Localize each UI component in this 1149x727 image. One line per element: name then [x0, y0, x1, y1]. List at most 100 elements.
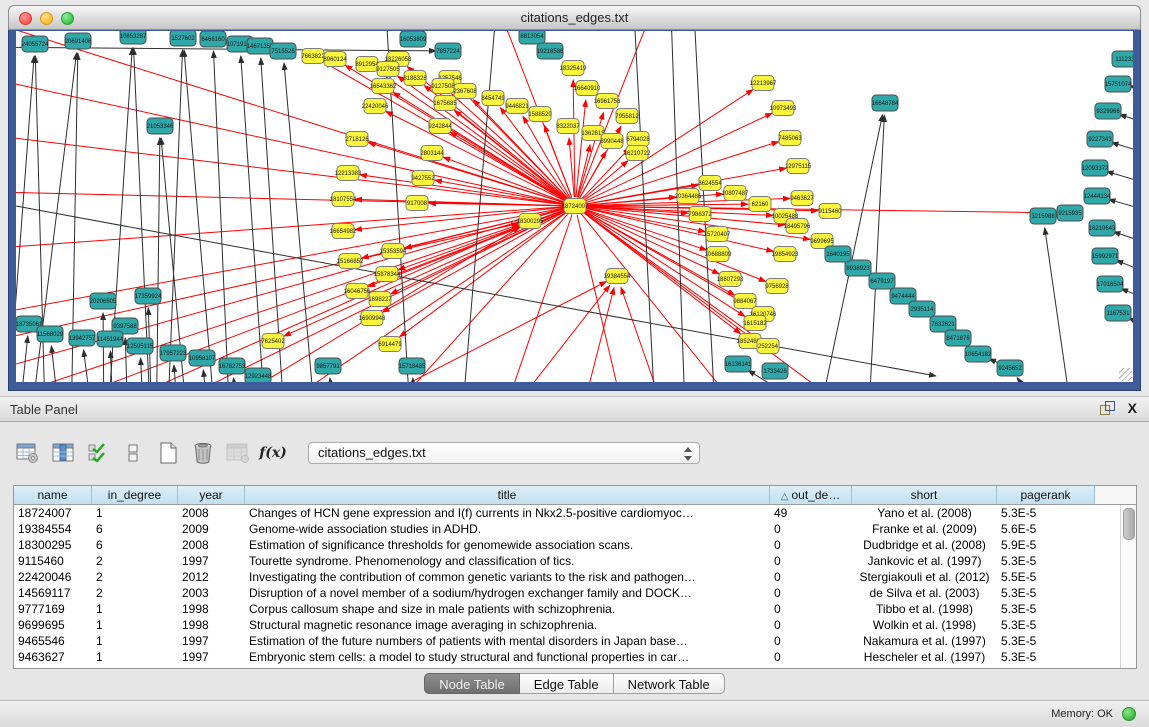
- graph-edge[interactable]: [214, 51, 231, 382]
- graph-node[interactable]: 18300295: [517, 214, 544, 229]
- graph-edge[interactable]: [621, 287, 671, 382]
- graph-node[interactable]: 11568029: [37, 326, 64, 342]
- graph-node[interactable]: 21053346: [147, 118, 174, 134]
- graph-node[interactable]: 12505115: [127, 338, 154, 354]
- graph-node[interactable]: 17016504: [1097, 276, 1124, 292]
- resize-grip[interactable]: [1119, 368, 1132, 381]
- graph-node[interactable]: 16136141: [725, 356, 752, 372]
- graph-edge[interactable]: [573, 80, 575, 197]
- tab-node-table[interactable]: Node Table: [424, 673, 520, 694]
- network-canvas[interactable]: 1872400776638228960124891295418226058912…: [16, 31, 1133, 382]
- graph-node[interactable]: 10807487: [722, 186, 749, 201]
- table-row[interactable]: 1938455462009Genome-wide association stu…: [14, 521, 1136, 537]
- column-header-out_de[interactable]: △out_de…: [770, 486, 852, 504]
- graph-node[interactable]: 1588520: [528, 107, 552, 122]
- graph-node[interactable]: 19218586: [537, 43, 564, 59]
- graph-node[interactable]: 18325419: [560, 61, 587, 76]
- graph-node[interactable]: 2718126: [345, 132, 369, 147]
- graph-node[interactable]: 15878344: [374, 267, 401, 282]
- graph-node[interactable]: 15992971: [1092, 248, 1119, 264]
- graph-edge[interactable]: [84, 350, 94, 382]
- graph-node[interactable]: 7663822: [301, 49, 325, 64]
- function-builder-button[interactable]: f(x): [259, 440, 287, 466]
- graph-node[interactable]: 16053809: [400, 31, 427, 47]
- graph-edge[interactable]: [141, 358, 144, 382]
- graph-node[interactable]: 7955812: [615, 109, 639, 124]
- graph-edge[interactable]: [868, 115, 884, 382]
- graph-edge[interactable]: [1111, 142, 1133, 156]
- graph-edge[interactable]: [16, 191, 566, 206]
- graph-node[interactable]: 8471876: [945, 330, 971, 346]
- memory-status-indicator[interactable]: [1122, 707, 1136, 721]
- network-file-select[interactable]: citations_edges.txt: [308, 442, 700, 464]
- graph-node[interactable]: 10973493: [770, 101, 797, 116]
- graph-edge[interactable]: [174, 365, 179, 382]
- graph-node[interactable]: 10688809: [705, 247, 732, 262]
- graph-node[interactable]: 9329966: [1095, 103, 1121, 119]
- graph-node[interactable]: 6914479: [378, 337, 402, 352]
- zoom-button[interactable]: [61, 12, 74, 25]
- graph-node[interactable]: 7857224: [435, 43, 461, 59]
- graph-node[interactable]: 7625402: [261, 334, 285, 349]
- graph-node[interactable]: 16648784: [872, 95, 899, 111]
- table-row[interactable]: 911546021997Tourette syndrome. Phenomeno…: [14, 553, 1136, 569]
- graph-node[interactable]: 20206505: [90, 293, 117, 309]
- graph-node[interactable]: 17359924: [135, 288, 162, 304]
- graph-node[interactable]: 8990448: [600, 134, 624, 149]
- column-header-title[interactable]: title: [245, 486, 770, 504]
- graph-node[interactable]: 12213967: [750, 76, 777, 91]
- graph-node[interactable]: 9115460: [819, 204, 843, 219]
- graph-edge[interactable]: [1116, 260, 1133, 276]
- graph-edge[interactable]: [576, 288, 614, 382]
- graph-node[interactable]: 1167531: [1105, 305, 1131, 321]
- graph-node[interactable]: 9127508: [431, 79, 455, 94]
- graph-node[interactable]: 12093372: [1082, 160, 1109, 176]
- graph-edge[interactable]: [582, 161, 628, 200]
- graph-node[interactable]: 12213383: [335, 166, 362, 181]
- graph-node[interactable]: 9857791: [315, 358, 341, 374]
- graph-edge[interactable]: [203, 370, 210, 382]
- graph-node[interactable]: 9215935: [1057, 205, 1083, 221]
- graph-edge[interactable]: [496, 285, 610, 382]
- table-row[interactable]: 2242004622012Investigating the contribut…: [14, 569, 1136, 585]
- select-rows-button[interactable]: [84, 440, 112, 466]
- graph-node[interactable]: 9242844: [428, 119, 452, 134]
- graph-node[interactable]: 15166852: [337, 254, 364, 269]
- graph-node[interactable]: 2935114: [909, 301, 935, 317]
- graph-node[interactable]: 7485063: [778, 131, 802, 146]
- graph-node[interactable]: 7515526: [270, 43, 296, 59]
- graph-node[interactable]: 19384554: [604, 269, 631, 284]
- float-panel-icon[interactable]: [1100, 401, 1114, 415]
- graph-node[interactable]: 16046756: [344, 284, 371, 299]
- graph-node[interactable]: 6466160: [200, 31, 226, 47]
- graph-node[interactable]: 3624554: [698, 176, 722, 191]
- delete-column-button[interactable]: [189, 440, 217, 466]
- graph-node[interactable]: 15718485: [399, 358, 426, 374]
- graph-node[interactable]: 8938923: [845, 260, 871, 276]
- new-column-button[interactable]: [154, 440, 182, 466]
- graph-node[interactable]: 9245652: [997, 360, 1023, 376]
- graph-node[interactable]: 2803144: [420, 146, 444, 161]
- graph-node[interactable]: 8454749: [481, 91, 505, 106]
- graph-node[interactable]: 1733426: [762, 363, 788, 379]
- graph-node[interactable]: 1640195: [825, 246, 851, 262]
- graph-node[interactable]: 11451944: [97, 331, 124, 347]
- graph-node[interactable]: 18495796: [784, 219, 811, 234]
- scrollbar-thumb[interactable]: [1123, 508, 1135, 540]
- column-header-short[interactable]: short: [852, 486, 997, 504]
- graph-node[interactable]: 16654982: [330, 224, 357, 239]
- graph-node[interactable]: 6479197: [869, 273, 895, 289]
- graph-node[interactable]: 917008: [406, 196, 428, 211]
- graph-node[interactable]: 12975115: [785, 159, 812, 174]
- graph-node[interactable]: 18107554: [330, 192, 357, 207]
- minimize-button[interactable]: [40, 12, 53, 25]
- graph-edge[interactable]: [1121, 289, 1133, 303]
- graph-node[interactable]: 62160: [749, 197, 771, 212]
- table-row[interactable]: 1456911722003Disruption of a novel membe…: [14, 585, 1136, 601]
- graph-node[interactable]: 16210722: [624, 146, 651, 161]
- graph-node[interactable]: 9446821: [505, 99, 529, 114]
- graph-node[interactable]: 8322037: [556, 119, 580, 134]
- graph-node[interactable]: 1698227: [368, 292, 392, 307]
- graph-node[interactable]: 12444134: [1084, 188, 1111, 204]
- graph-node[interactable]: 18807293: [717, 272, 744, 287]
